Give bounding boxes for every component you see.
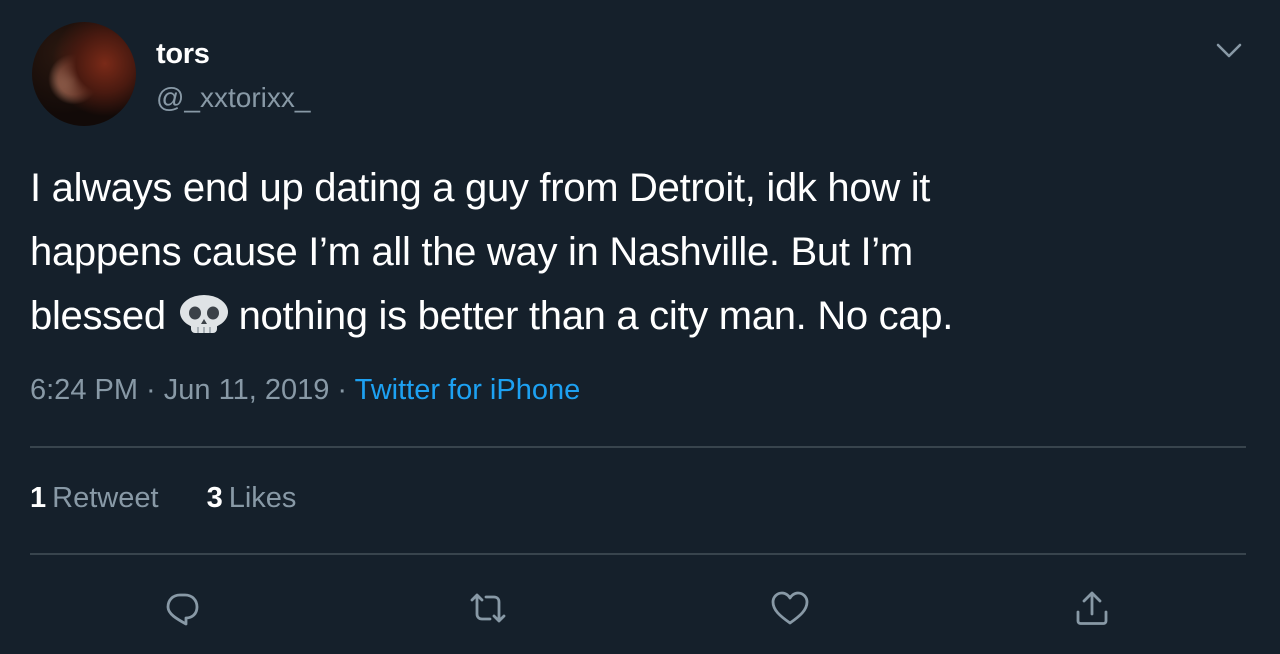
tweet-stats: 1 Retweet 3 Likes: [30, 482, 296, 515]
likes-stat[interactable]: 3 Likes: [207, 482, 297, 515]
meta-separator: ·: [329, 374, 355, 406]
tweet-text: I always end up dating a guy from Detroi…: [30, 156, 1230, 348]
tweet-source-link[interactable]: Twitter for iPhone: [355, 374, 581, 406]
tweet-date[interactable]: Jun 11, 2019: [164, 374, 330, 406]
likes-count: 3: [206, 482, 223, 514]
tweet-text-part2: nothing is better than a city man. No ca…: [238, 294, 954, 338]
divider: [30, 553, 1246, 555]
meta-separator: ·: [138, 374, 164, 406]
display-name[interactable]: tors: [156, 38, 210, 71]
retweets-stat[interactable]: 1 Retweet: [30, 482, 159, 515]
reply-icon[interactable]: [160, 586, 204, 630]
retweets-label: Retweet: [52, 482, 159, 514]
like-icon[interactable]: [768, 586, 812, 630]
divider: [30, 446, 1246, 448]
share-icon[interactable]: [1070, 586, 1114, 630]
tweet-card: tors @_xxtorixx_ I always end up dating …: [0, 0, 1280, 654]
retweet-icon[interactable]: [466, 586, 510, 630]
tweet-meta: 6:24 PM · Jun 11, 2019 · Twitter for iPh…: [30, 374, 580, 407]
avatar[interactable]: [32, 22, 136, 126]
retweets-count: 1: [30, 482, 47, 514]
likes-label: Likes: [228, 482, 297, 514]
tweet-time[interactable]: 6:24 PM: [30, 374, 138, 406]
user-handle[interactable]: @_xxtorixx_: [156, 82, 310, 114]
chevron-down-icon[interactable]: [1212, 38, 1246, 64]
skull-emoji-icon: [177, 290, 235, 333]
